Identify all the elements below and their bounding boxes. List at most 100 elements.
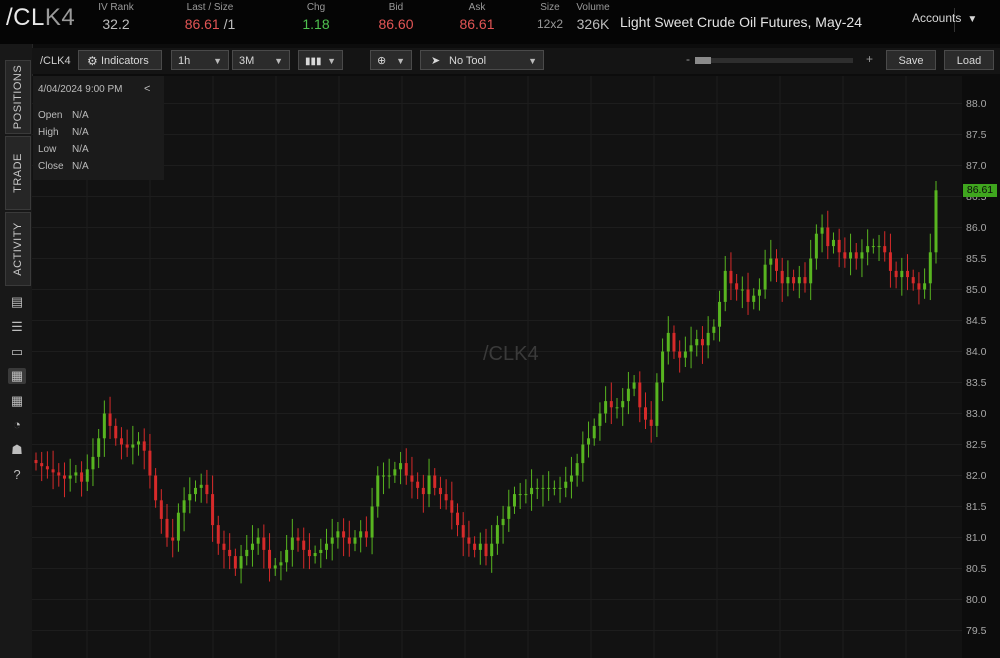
indicators-label: Indicators	[101, 55, 149, 67]
ohlc-label: High	[38, 127, 59, 138]
candle-body	[740, 289, 744, 291]
tab-activity[interactable]: ACTIVITY	[5, 212, 31, 286]
drawing-tool-value: No Tool	[449, 55, 487, 67]
load-button[interactable]: Load	[944, 50, 994, 70]
community-icon[interactable]: ☗	[8, 442, 26, 458]
last-price-badge: 86.61	[963, 183, 997, 197]
indicators-button[interactable]: ⚙ Indicators	[78, 50, 162, 70]
zoom-in-button[interactable]: +	[866, 52, 873, 66]
tv-icon[interactable]: ▭	[8, 344, 26, 360]
candle-body	[279, 562, 283, 566]
chevron-down-icon: ▼	[274, 56, 283, 66]
candle-body	[849, 252, 853, 259]
price-chart[interactable]	[32, 76, 962, 658]
chevron-down-icon: ▼	[396, 56, 405, 66]
stat-value-group: 86.61 /1	[170, 14, 250, 34]
candle-body	[410, 475, 414, 482]
candle-body	[564, 481, 568, 488]
candle-body	[347, 537, 351, 544]
candle-body	[871, 246, 875, 248]
candle-body	[199, 484, 203, 488]
ohlc-info-panel: 4/04/2024 9:00 PM < Open N/A High N/A Low N…	[33, 76, 164, 180]
stat-change: Chg 1.18	[298, 2, 334, 34]
candle-body	[655, 382, 659, 426]
stat-last-size: Last / Size 86.61 /1	[170, 2, 250, 34]
candle-body	[40, 463, 44, 467]
tab-label: POSITIONS	[12, 64, 24, 130]
candle-body	[911, 277, 915, 284]
candle-body	[581, 444, 585, 464]
candle-body	[102, 413, 106, 439]
candle-body	[176, 512, 180, 541]
candle-body	[376, 475, 380, 507]
candle-body	[250, 543, 254, 550]
document-icon[interactable]: ▤	[8, 294, 26, 310]
candle-body	[592, 425, 596, 439]
zoom-slider-thumb[interactable]	[695, 57, 711, 64]
candle-body	[518, 494, 522, 496]
candle-body	[524, 494, 528, 496]
chart-icon[interactable]: ▦	[8, 368, 26, 384]
price-axis[interactable]: 88.087.587.086.586.085.585.084.584.083.5…	[962, 76, 1000, 658]
candle-body	[638, 382, 642, 408]
candle-body	[906, 270, 910, 278]
chart-style-select[interactable]: ▮▮▮ ▼	[298, 50, 343, 70]
chart-plot-area[interactable]	[32, 76, 962, 658]
range-value: 3M	[239, 55, 255, 67]
candle-body	[461, 525, 465, 538]
candle-body	[51, 469, 55, 473]
candle-body	[68, 475, 72, 479]
candle-body	[296, 537, 300, 541]
candle-body	[547, 487, 551, 489]
zoom-out-button[interactable]: -	[686, 52, 690, 66]
range-select[interactable]: 3M ▼	[232, 50, 290, 70]
candle-body	[831, 239, 835, 247]
save-button[interactable]: Save	[886, 50, 936, 70]
accounts-dropdown[interactable]: Accounts ▼	[912, 11, 977, 25]
candle-body	[723, 270, 727, 302]
interval-select[interactable]: 1h ▼	[171, 50, 229, 70]
crosshair-select[interactable]: ⊕ ▼	[370, 50, 412, 70]
quote-header: /CLK4 IV Rank 32.2 Last / Size 86.61 /1 …	[0, 0, 1000, 44]
y-tick-label: 88.0	[966, 97, 987, 110]
candle-body	[165, 518, 169, 538]
candle-body	[569, 475, 573, 482]
drawing-tool-select[interactable]: ➤ No Tool ▼	[420, 50, 544, 70]
candle-body	[843, 252, 847, 259]
candle-body	[393, 469, 397, 476]
tab-trade[interactable]: TRADE	[5, 136, 31, 210]
candle-body	[729, 270, 733, 284]
grid-icon[interactable]: ▦	[8, 393, 26, 409]
tab-positions[interactable]: POSITIONS	[5, 60, 31, 134]
candle-body	[438, 487, 442, 495]
chart-symbol-label: /CLK4	[40, 55, 71, 67]
chevron-down-icon: ▼	[213, 56, 222, 66]
zoom-slider-track[interactable]	[695, 58, 853, 63]
candle-body	[621, 401, 625, 408]
candle-body	[114, 425, 118, 439]
candle-body	[467, 537, 471, 544]
candle-body	[399, 463, 403, 470]
candle-body	[575, 463, 579, 476]
candle-body	[678, 351, 682, 358]
symbol-root: /CL	[6, 4, 45, 31]
candle-body	[695, 339, 699, 346]
candle-body	[792, 277, 796, 284]
symbol-title[interactable]: /CLK4	[6, 4, 75, 32]
help-icon[interactable]: ?	[8, 467, 26, 483]
candle-body	[381, 475, 385, 477]
candle-body	[74, 472, 78, 476]
candle-body	[894, 270, 898, 278]
candle-body	[718, 301, 722, 327]
chevron-down-icon: ▼	[327, 56, 336, 66]
candlestick-icon: ▮▮▮	[305, 56, 322, 67]
candle-body	[757, 289, 761, 296]
ohlc-open: Open N/A	[38, 110, 89, 121]
stat-label: Size	[540, 2, 560, 13]
list-icon[interactable]: ☰	[8, 319, 26, 335]
stat-iv-rank: IV Rank 32.2	[98, 2, 134, 34]
collapse-button[interactable]: <	[144, 83, 150, 95]
y-tick-label: 82.0	[966, 469, 987, 482]
candle-body	[416, 481, 420, 488]
speedometer-icon[interactable]: ◔	[8, 417, 26, 433]
